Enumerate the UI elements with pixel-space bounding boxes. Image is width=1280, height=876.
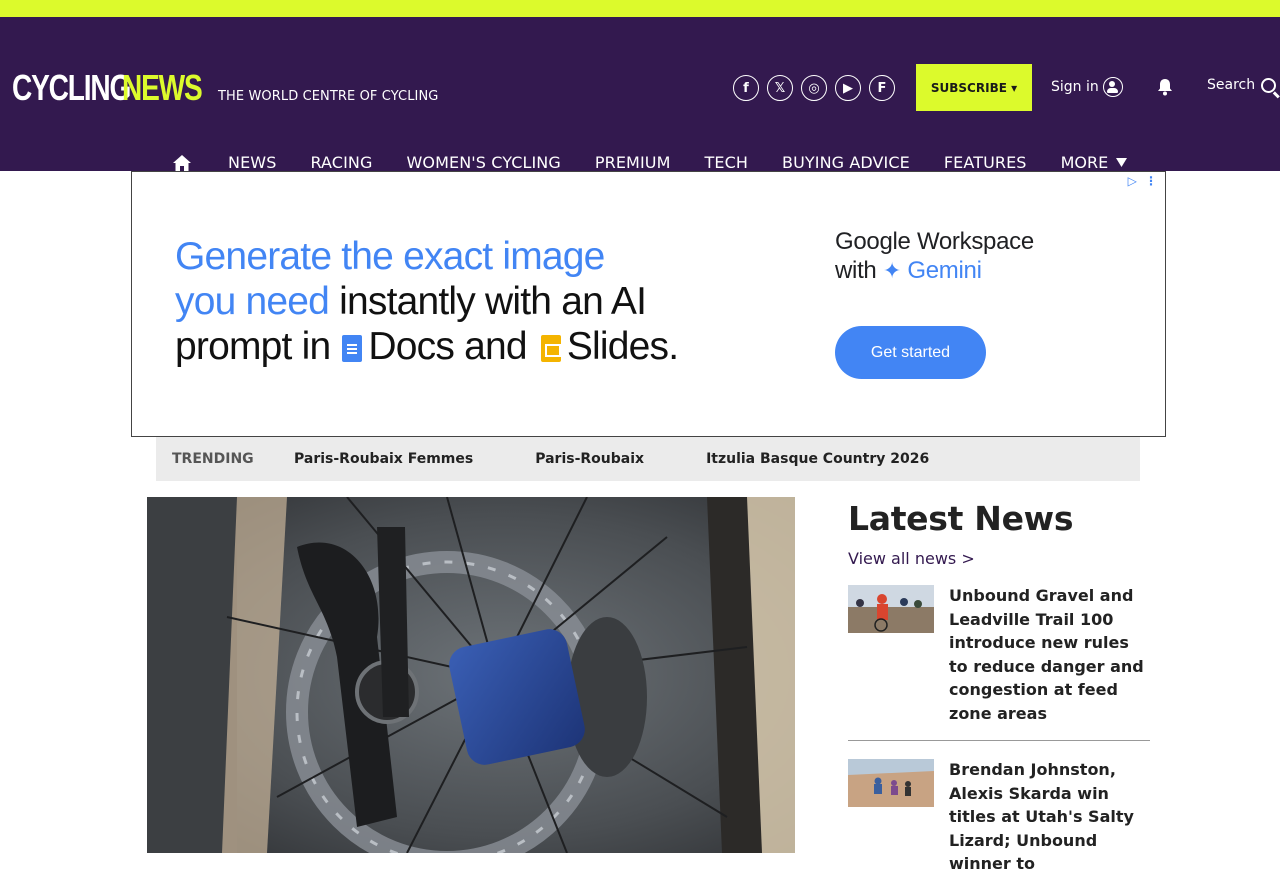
- social-links: f 𝕏 ◎ ▶ F: [733, 75, 895, 101]
- main-nav: NEWS RACING WOMEN'S CYCLING PREMIUM TECH…: [172, 153, 1128, 172]
- site-tagline: THE WORLD CENTRE OF CYCLING: [218, 89, 439, 104]
- ad-line-2: you need instantly with an AI: [175, 279, 678, 324]
- ad-line-2-rest: instantly with an AI: [329, 280, 647, 323]
- advertisement-banner[interactable]: ▷ ⋮ Generate the exact image you need in…: [131, 171, 1166, 437]
- ad-line-3-docs: Docs and: [368, 325, 537, 368]
- trending-bar: TRENDING Paris-Roubaix Femmes Paris-Roub…: [156, 437, 1140, 481]
- caret-down-icon: [1116, 158, 1128, 167]
- ad-get-started-button[interactable]: Get started: [835, 326, 986, 379]
- google-docs-icon: [342, 335, 363, 362]
- bell-icon[interactable]: [1155, 77, 1175, 97]
- trending-item[interactable]: Paris-Roubaix Femmes: [294, 451, 473, 467]
- nav-racing[interactable]: RACING: [310, 153, 372, 172]
- ad-line-3: prompt in Docs and Slides.: [175, 324, 679, 369]
- ad-headline: Generate the exact image you need instan…: [175, 234, 679, 369]
- hero-image[interactable]: [147, 497, 795, 853]
- nav-buying-advice[interactable]: BUYING ADVICE: [782, 153, 910, 172]
- subscribe-button[interactable]: SUBSCRIBE ▾: [916, 64, 1032, 111]
- trending-item[interactable]: Itzulia Basque Country 2026: [706, 451, 929, 467]
- ad-line-1: Generate the exact image: [175, 235, 605, 278]
- view-all-news-link[interactable]: View all news >: [848, 549, 975, 568]
- ad-brand-gemini: Gemini: [907, 257, 982, 284]
- site-logo[interactable]: CYCLING NEWS THE WORLD CENTRE OF CYCLING: [12, 67, 438, 109]
- ad-brand: Google Workspace with ✦ Gemini: [835, 227, 1034, 285]
- ad-line-3-a: prompt in: [175, 325, 341, 368]
- sign-in-button[interactable]: Sign in: [1051, 77, 1123, 97]
- news-thumbnail[interactable]: [848, 759, 934, 807]
- logo-news: NEWS: [122, 67, 203, 108]
- nav-womens-cycling[interactable]: WOMEN'S CYCLING: [406, 153, 560, 172]
- youtube-icon[interactable]: ▶: [835, 75, 861, 101]
- search-label: Search: [1207, 77, 1256, 93]
- trending-label: TRENDING: [172, 451, 254, 467]
- latest-news-heading: Latest News: [848, 499, 1074, 538]
- flipboard-icon[interactable]: F: [869, 75, 895, 101]
- nav-more[interactable]: MORE: [1061, 153, 1128, 172]
- adchoices-icon[interactable]: ▷ ⋮: [1128, 174, 1159, 188]
- news-thumbnail[interactable]: [848, 585, 934, 633]
- nav-news[interactable]: NEWS: [228, 153, 276, 172]
- user-icon: [1102, 77, 1123, 97]
- ad-brand-line-1: Google Workspace: [835, 228, 1034, 255]
- news-title[interactable]: Brendan Johnston, Alexis Skarda win titl…: [949, 758, 1150, 876]
- ad-brand-line-2: with ✦ Gemini: [835, 256, 1034, 285]
- top-accent-strip: [0, 0, 1280, 17]
- nav-premium[interactable]: PREMIUM: [595, 153, 671, 172]
- x-icon[interactable]: 𝕏: [767, 75, 793, 101]
- sign-in-label: Sign in: [1051, 79, 1099, 95]
- ad-brand-with: with: [835, 257, 883, 284]
- news-item[interactable]: Unbound Gravel and Leadville Trail 100 i…: [848, 584, 1150, 726]
- news-item[interactable]: Brendan Johnston, Alexis Skarda win titl…: [848, 758, 1150, 876]
- google-slides-icon: [540, 335, 561, 362]
- site-header: CYCLING NEWS THE WORLD CENTRE OF CYCLING…: [0, 17, 1280, 172]
- nav-tech[interactable]: TECH: [705, 153, 749, 172]
- home-icon[interactable]: [172, 154, 192, 172]
- search-button[interactable]: Search: [1207, 77, 1277, 93]
- nav-features[interactable]: FEATURES: [944, 153, 1027, 172]
- instagram-icon[interactable]: ◎: [801, 75, 827, 101]
- search-icon: [1261, 77, 1277, 93]
- news-title[interactable]: Unbound Gravel and Leadville Trail 100 i…: [949, 584, 1150, 726]
- facebook-icon[interactable]: f: [733, 75, 759, 101]
- logo-cycling: CYCLING: [12, 67, 131, 108]
- nav-more-label: MORE: [1060, 153, 1109, 172]
- ad-line-3-slides: Slides.: [566, 325, 679, 368]
- ad-line-2-blue: you need: [175, 280, 330, 323]
- trending-item[interactable]: Paris-Roubaix: [535, 451, 644, 467]
- news-divider: [848, 740, 1150, 741]
- gemini-sparkle-icon: ✦: [882, 258, 901, 283]
